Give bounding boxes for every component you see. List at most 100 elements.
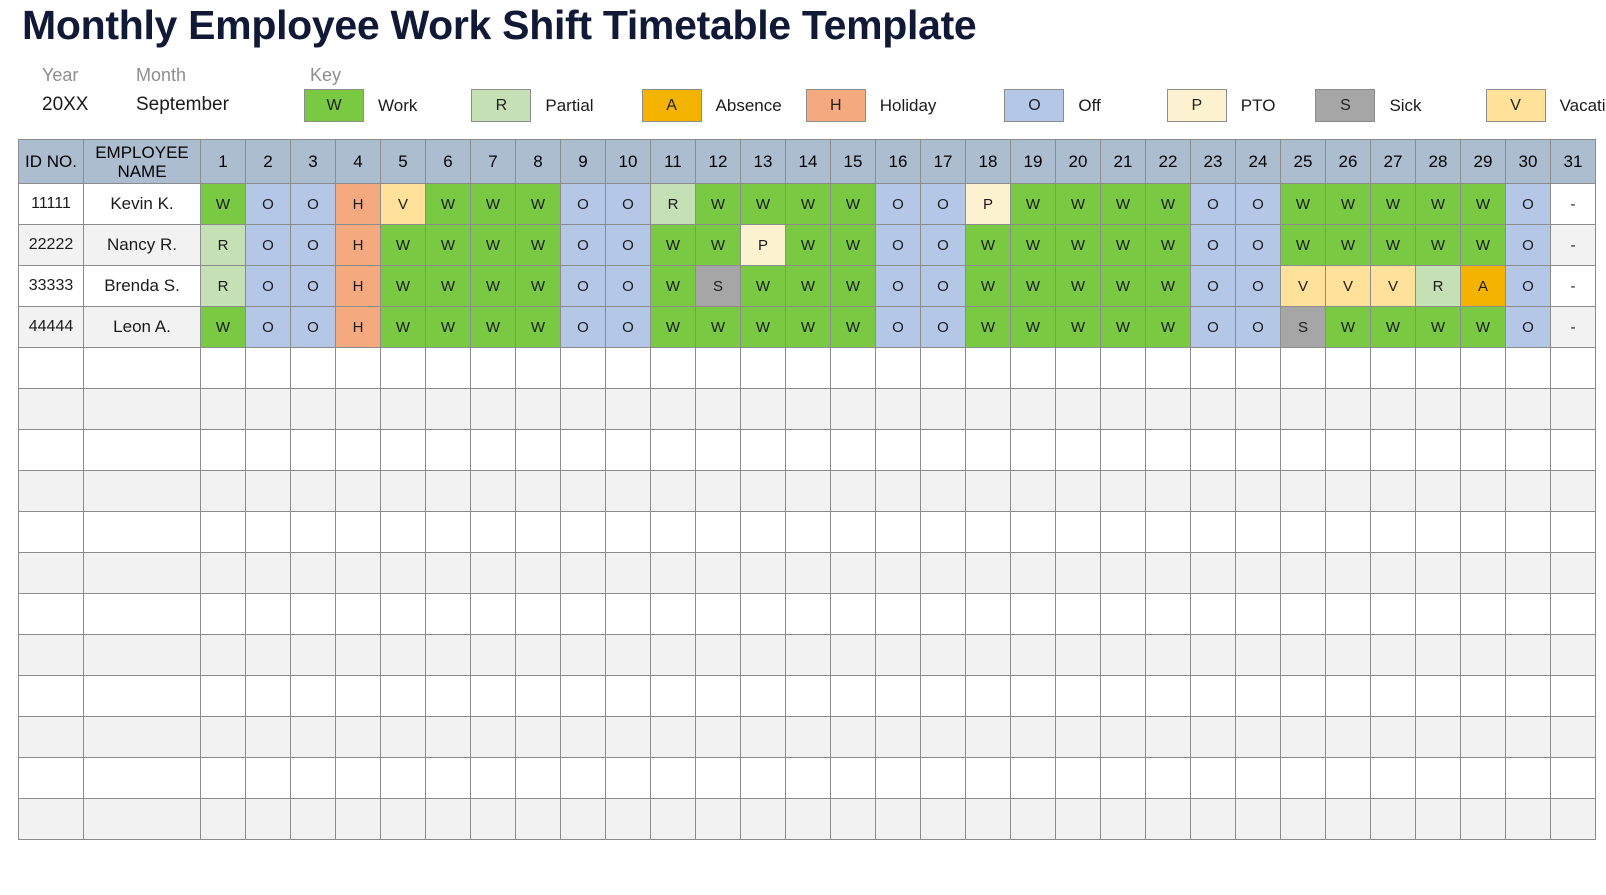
cell-employee-name[interactable] [83, 634, 201, 676]
cell-shift-day-13[interactable] [740, 429, 786, 471]
cell-shift-day-1[interactable] [200, 347, 246, 389]
cell-shift-day-23[interactable] [1190, 388, 1236, 430]
cell-shift-day-31[interactable] [1550, 593, 1596, 635]
cell-shift-day-25[interactable] [1280, 347, 1326, 389]
cell-shift-day-30[interactable] [1505, 552, 1551, 594]
cell-shift-day-5[interactable] [380, 470, 426, 512]
cell-shift-day-19[interactable] [1010, 757, 1056, 799]
cell-shift-day-18[interactable]: W [965, 306, 1011, 348]
cell-shift-day-9[interactable] [560, 552, 606, 594]
cell-shift-day-11[interactable]: W [650, 224, 696, 266]
cell-shift-day-21[interactable] [1100, 552, 1146, 594]
cell-shift-day-30[interactable]: O [1505, 265, 1551, 307]
cell-shift-day-8[interactable] [515, 511, 561, 553]
cell-shift-day-10[interactable] [605, 388, 651, 430]
cell-employee-name[interactable] [83, 347, 201, 389]
cell-shift-day-20[interactable]: W [1055, 265, 1101, 307]
cell-shift-day-20[interactable] [1055, 675, 1101, 717]
cell-shift-day-15[interactable] [830, 347, 876, 389]
cell-shift-day-21[interactable] [1100, 347, 1146, 389]
cell-shift-day-21[interactable] [1100, 798, 1146, 840]
cell-shift-day-13[interactable] [740, 511, 786, 553]
cell-shift-day-14[interactable] [785, 552, 831, 594]
cell-shift-day-9[interactable]: O [560, 265, 606, 307]
cell-shift-day-5[interactable] [380, 593, 426, 635]
cell-shift-day-7[interactable] [470, 593, 516, 635]
cell-shift-day-3[interactable] [290, 675, 336, 717]
cell-shift-day-9[interactable] [560, 470, 606, 512]
cell-shift-day-8[interactable] [515, 593, 561, 635]
cell-shift-day-10[interactable]: O [605, 224, 651, 266]
month-value[interactable]: September [136, 93, 229, 117]
cell-shift-day-26[interactable]: W [1325, 183, 1371, 225]
cell-shift-day-25[interactable] [1280, 593, 1326, 635]
cell-shift-day-13[interactable] [740, 388, 786, 430]
cell-shift-day-8[interactable] [515, 388, 561, 430]
cell-shift-day-8[interactable] [515, 347, 561, 389]
cell-shift-day-10[interactable] [605, 675, 651, 717]
cell-shift-day-4[interactable] [335, 552, 381, 594]
cell-shift-day-20[interactable] [1055, 511, 1101, 553]
cell-shift-day-21[interactable] [1100, 716, 1146, 758]
cell-employee-name[interactable] [83, 716, 201, 758]
cell-shift-day-16[interactable]: O [875, 306, 921, 348]
cell-shift-day-27[interactable] [1370, 511, 1416, 553]
cell-shift-day-28[interactable] [1415, 757, 1461, 799]
cell-shift-day-20[interactable] [1055, 634, 1101, 676]
cell-shift-day-14[interactable]: W [785, 224, 831, 266]
cell-shift-day-8[interactable]: W [515, 265, 561, 307]
cell-shift-day-9[interactable] [560, 511, 606, 553]
cell-shift-day-4[interactable]: H [335, 183, 381, 225]
cell-shift-day-28[interactable] [1415, 593, 1461, 635]
cell-shift-day-29[interactable] [1460, 388, 1506, 430]
cell-employee-id[interactable] [18, 470, 84, 512]
cell-shift-day-24[interactable]: O [1235, 183, 1281, 225]
cell-shift-day-3[interactable] [290, 347, 336, 389]
cell-shift-day-31[interactable]: - [1550, 183, 1596, 225]
cell-shift-day-30[interactable] [1505, 347, 1551, 389]
cell-shift-day-5[interactable] [380, 388, 426, 430]
cell-shift-day-16[interactable]: O [875, 183, 921, 225]
cell-shift-day-24[interactable] [1235, 470, 1281, 512]
cell-shift-day-5[interactable] [380, 552, 426, 594]
cell-shift-day-16[interactable] [875, 716, 921, 758]
cell-shift-day-19[interactable]: W [1010, 183, 1056, 225]
cell-employee-name[interactable] [83, 429, 201, 471]
cell-shift-day-12[interactable] [695, 675, 741, 717]
cell-shift-day-11[interactable] [650, 798, 696, 840]
cell-shift-day-31[interactable] [1550, 552, 1596, 594]
cell-shift-day-26[interactable] [1325, 757, 1371, 799]
cell-shift-day-27[interactable]: W [1370, 224, 1416, 266]
cell-shift-day-2[interactable] [245, 429, 291, 471]
cell-shift-day-22[interactable] [1145, 470, 1191, 512]
cell-shift-day-17[interactable] [920, 675, 966, 717]
cell-shift-day-11[interactable]: R [650, 183, 696, 225]
cell-shift-day-21[interactable] [1100, 757, 1146, 799]
cell-shift-day-5[interactable] [380, 429, 426, 471]
cell-shift-day-29[interactable] [1460, 675, 1506, 717]
cell-shift-day-1[interactable] [200, 511, 246, 553]
cell-shift-day-13[interactable]: W [740, 306, 786, 348]
cell-shift-day-13[interactable]: P [740, 224, 786, 266]
cell-shift-day-10[interactable] [605, 552, 651, 594]
cell-shift-day-11[interactable] [650, 470, 696, 512]
cell-shift-day-23[interactable] [1190, 675, 1236, 717]
cell-shift-day-18[interactable] [965, 757, 1011, 799]
cell-shift-day-11[interactable] [650, 593, 696, 635]
cell-shift-day-18[interactable] [965, 347, 1011, 389]
cell-shift-day-26[interactable] [1325, 675, 1371, 717]
cell-shift-day-24[interactable]: O [1235, 224, 1281, 266]
cell-shift-day-18[interactable]: W [965, 224, 1011, 266]
cell-shift-day-30[interactable]: O [1505, 306, 1551, 348]
cell-shift-day-10[interactable]: O [605, 265, 651, 307]
cell-shift-day-2[interactable]: O [245, 265, 291, 307]
cell-shift-day-20[interactable] [1055, 716, 1101, 758]
cell-shift-day-19[interactable] [1010, 634, 1056, 676]
cell-shift-day-18[interactable] [965, 634, 1011, 676]
cell-shift-day-1[interactable] [200, 798, 246, 840]
cell-employee-name[interactable] [83, 675, 201, 717]
cell-employee-name[interactable] [83, 511, 201, 553]
cell-shift-day-1[interactable] [200, 552, 246, 594]
cell-shift-day-1[interactable]: R [200, 265, 246, 307]
cell-employee-name[interactable]: Kevin K. [83, 183, 201, 225]
